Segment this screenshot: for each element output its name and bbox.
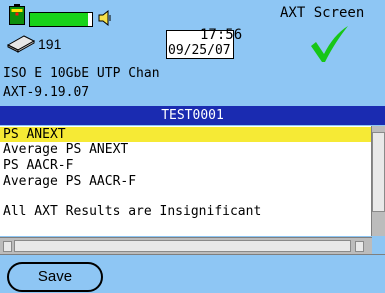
horizontal-scroll-thumb[interactable] xyxy=(14,240,351,252)
time-display: 17:56 xyxy=(200,27,243,43)
test-limit-version-label: AXT-9.19.07 xyxy=(3,85,90,100)
vertical-scroll-thumb[interactable] xyxy=(372,132,385,212)
list-item-ps-anext[interactable]: PS ANEXT xyxy=(0,127,372,142)
list-item-summary[interactable]: All AXT Results are Insignificant xyxy=(0,204,372,219)
scroll-left-arrow[interactable] xyxy=(3,241,12,252)
footer-divider xyxy=(0,254,385,255)
list-item-average-ps-aacr-f[interactable]: Average PS AACR-F xyxy=(0,174,372,189)
save-button[interactable]: Save xyxy=(7,262,103,292)
cable-standard-label: ISO E 10GbE UTP Chan xyxy=(3,66,160,81)
battery-icon xyxy=(9,4,25,25)
results-list: PS ANEXT Average PS ANEXT PS AACR-F Aver… xyxy=(0,126,372,236)
horizontal-scrollbar[interactable] xyxy=(0,237,372,254)
date-display: 09/25/07 xyxy=(168,43,231,58)
results-title-bar: TEST0001 xyxy=(0,106,385,125)
vertical-scrollbar[interactable] xyxy=(371,126,385,236)
checkmark-icon xyxy=(311,26,348,62)
storage-count: 191 xyxy=(38,36,62,52)
scroll-right-arrow[interactable] xyxy=(355,241,364,252)
battery-level-fill xyxy=(30,13,88,26)
list-item-ps-aacr-f[interactable]: PS AACR-F xyxy=(0,158,372,173)
list-item-average-ps-anext[interactable]: Average PS ANEXT xyxy=(0,142,372,157)
header-bar: AXT Screen 191 17:56 09/25/07 xyxy=(0,0,385,66)
screen-title: AXT Screen xyxy=(280,5,365,21)
storage-icon xyxy=(6,35,36,53)
battery-level-bar xyxy=(29,12,93,27)
speaker-icon[interactable] xyxy=(96,9,114,27)
